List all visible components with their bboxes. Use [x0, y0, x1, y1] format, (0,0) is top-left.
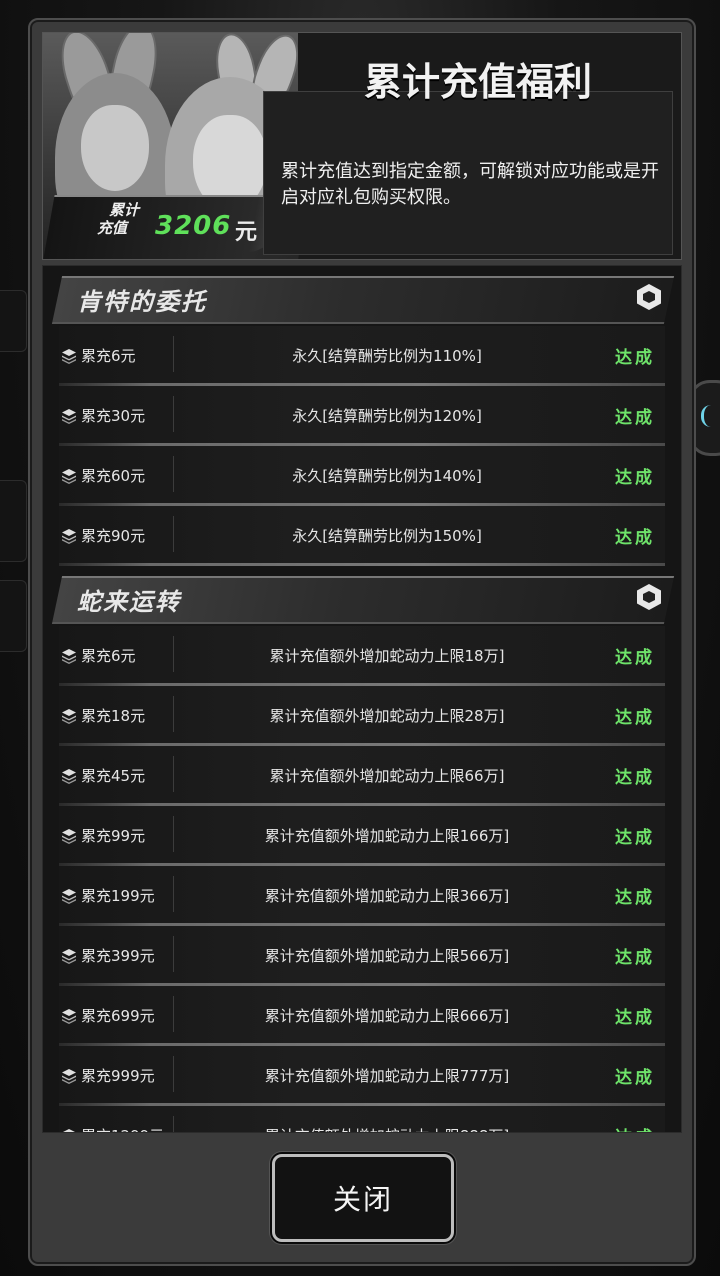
layers-stack-icon: [61, 768, 77, 784]
reward-description: 永久[结算酬劳比例为110%]: [292, 347, 482, 365]
layers-stack-icon: [61, 828, 77, 844]
page-title: 累计充值福利: [363, 60, 592, 104]
row-divider: [173, 1116, 174, 1132]
layers-stack-icon: [61, 348, 77, 364]
achieved-status: 达成: [615, 468, 655, 488]
benefit-row: 累充1299元 累计充值额外增加蛇动力上限888万] 达成: [59, 1106, 665, 1132]
row-divider: [173, 696, 174, 732]
reward-description: 永久[结算酬劳比例为140%]: [292, 467, 482, 485]
description-text: 累计充值达到指定金额，可解锁对应功能或是开启对应礼包购买权限。: [281, 161, 659, 208]
layers-stack-icon: [61, 708, 77, 724]
total-recharge-unit: 元: [235, 220, 258, 245]
row-divider: [173, 456, 174, 492]
reward-description: 累计充值额外增加蛇动力上限28万]: [269, 707, 505, 725]
row-divider: [173, 516, 174, 552]
reward-description: 累计充值额外增加蛇动力上限166万]: [264, 827, 510, 845]
recharge-threshold: 累充45元: [81, 767, 146, 785]
reward-description: 永久[结算酬劳比例为150%]: [292, 527, 482, 545]
benefit-row: 累充6元 累计充值额外增加蛇动力上限18万] 达成: [59, 626, 665, 686]
benefit-row: 累充6元 永久[结算酬劳比例为110%] 达成: [59, 326, 665, 386]
row-divider: [173, 756, 174, 792]
recharge-threshold: 累充18元: [81, 707, 146, 725]
recharge-threshold: 累充90元: [81, 527, 146, 545]
section-title: 肯特的委托: [77, 288, 207, 316]
achieved-status: 达成: [615, 1068, 655, 1088]
achieved-status: 达成: [615, 648, 655, 668]
achieved-status: 达成: [615, 408, 655, 428]
benefit-row: 累充699元 累计充值额外增加蛇动力上限666万] 达成: [59, 986, 665, 1046]
achieved-status: 达成: [615, 528, 655, 548]
achieved-status: 达成: [615, 1008, 655, 1028]
section-title: 蛇来运转: [77, 588, 181, 616]
recharge-threshold: 累充399元: [81, 947, 155, 965]
achieved-status: 达成: [615, 1123, 655, 1132]
recharge-threshold: 累充60元: [81, 467, 146, 485]
total-recharge-label: 累计 充值: [96, 201, 139, 237]
recharge-threshold: 累充999元: [81, 1067, 155, 1085]
total-recharge-value: 3206: [155, 211, 232, 241]
reward-description: 累计充值额外增加蛇动力上限66万]: [269, 767, 505, 785]
recharge-threshold: 累充6元: [81, 647, 136, 665]
achieved-status: 达成: [615, 948, 655, 968]
layers-stack-icon: [61, 1128, 77, 1132]
row-divider: [173, 816, 174, 852]
benefit-row: 累充18元 累计充值额外增加蛇动力上限28万] 达成: [59, 686, 665, 746]
layers-stack-icon: [61, 408, 77, 424]
row-divider: [173, 996, 174, 1032]
benefit-row: 累充999元 累计充值额外增加蛇动力上限777万] 达成: [59, 1046, 665, 1106]
reward-description: 累计充值额外增加蛇动力上限18万]: [269, 647, 505, 665]
recharge-threshold: 累充699元: [81, 1007, 155, 1025]
reward-description: 累计充值额外增加蛇动力上限777万]: [264, 1067, 510, 1085]
row-divider: [173, 636, 174, 672]
background-side-tab: [0, 580, 27, 652]
reward-description: 累计充值额外增加蛇动力上限366万]: [264, 887, 510, 905]
recharge-threshold: 累充199元: [81, 887, 155, 905]
section-header: 蛇来运转: [49, 572, 675, 626]
section-header: 肯特的委托: [49, 272, 675, 326]
background-side-tab: [0, 480, 27, 562]
layers-stack-icon: [61, 468, 77, 484]
panel-header: 累计 充值 3206 元 累计充值福利 累计充值达到指定金额，可解锁对应功能或是…: [42, 32, 682, 260]
layers-stack-icon: [61, 648, 77, 664]
benefit-row: 累充30元 永久[结算酬劳比例为120%] 达成: [59, 386, 665, 446]
achieved-status: 达成: [615, 708, 655, 728]
achieved-status: 达成: [615, 768, 655, 788]
benefit-row: 累充399元 累计充值额外增加蛇动力上限566万] 达成: [59, 926, 665, 986]
layers-stack-icon: [61, 1068, 77, 1084]
achieved-status: 达成: [615, 888, 655, 908]
benefit-list[interactable]: 肯特的委托 累充6元 永久[结算酬劳比例为110%] 达成 累充30元 永久[结算酬劳比例…: [42, 265, 682, 1133]
achieved-status: 达成: [615, 828, 655, 848]
recharge-benefits-panel: 累计 充值 3206 元 累计充值福利 累计充值达到指定金额，可解锁对应功能或是…: [28, 18, 696, 1266]
recharge-threshold: 累充99元: [81, 827, 146, 845]
reward-description: 累计充值额外增加蛇动力上限666万]: [264, 1007, 510, 1025]
reward-description: 累计充值额外增加蛇动力上限566万]: [264, 947, 510, 965]
row-divider: [173, 396, 174, 432]
achieved-status: 达成: [615, 348, 655, 368]
reward-description: 累计充值额外增加蛇动力上限888万]: [175, 1125, 599, 1132]
layers-stack-icon: [61, 528, 77, 544]
layers-stack-icon: [61, 888, 77, 904]
row-divider: [173, 936, 174, 972]
benefit-row: 累充99元 累计充值额外增加蛇动力上限166万] 达成: [59, 806, 665, 866]
row-divider: [173, 876, 174, 912]
benefit-row: 累充199元 累计充值额外增加蛇动力上限366万] 达成: [59, 866, 665, 926]
background-side-tab: [0, 290, 27, 352]
reward-description: 永久[结算酬劳比例为120%]: [292, 407, 482, 425]
recharge-threshold: 累充30元: [81, 407, 146, 425]
recharge-threshold: 累充6元: [81, 347, 136, 365]
row-divider: [173, 336, 174, 372]
benefit-row: 累充45元 累计充值额外增加蛇动力上限66万] 达成: [59, 746, 665, 806]
recharge-threshold: 累充1299元: [81, 1125, 164, 1132]
row-divider: [173, 1056, 174, 1092]
benefit-row: 累充90元 永久[结算酬劳比例为150%] 达成: [59, 506, 665, 566]
benefit-row: 累充60元 永久[结算酬劳比例为140%] 达成: [59, 446, 665, 506]
layers-stack-icon: [61, 1008, 77, 1024]
layers-stack-icon: [61, 948, 77, 964]
close-button[interactable]: 关闭: [272, 1154, 454, 1242]
